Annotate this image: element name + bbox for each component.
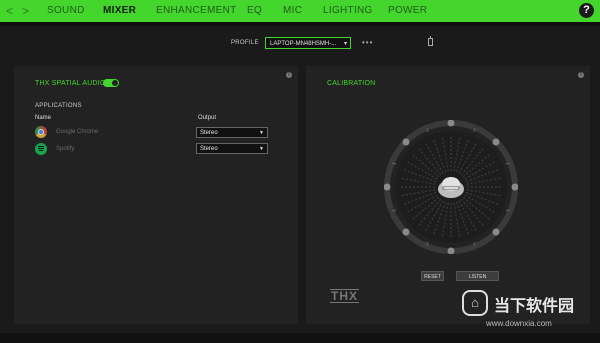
tab-mixer[interactable]: MIXER [103,5,136,16]
chevron-down-icon: ▼ [259,146,264,152]
profile-dropdown-value: LAPTOP-MN48HSMH-... [270,41,337,47]
tab-lighting[interactable]: LIGHTING [323,5,373,16]
profile-dropdown[interactable]: LAPTOP-MN48HSMH-... ▾ [265,37,351,49]
chevron-down-icon: ▾ [343,41,347,47]
forward-arrow-icon[interactable]: > [22,3,29,19]
speaker-calibration-dial[interactable] [383,119,519,255]
info-icon[interactable]: ! [578,72,584,78]
spotify-icon [35,143,47,155]
app-name: Google Chrome [56,129,99,135]
nav-underline [0,22,600,26]
tab-enhancement[interactable]: ENHANCEMENT [156,5,237,16]
column-header-name: Name [35,115,52,121]
reset-button[interactable]: RESET [421,271,444,281]
chevron-down-icon: ▼ [259,130,264,136]
info-icon[interactable]: ! [286,72,292,78]
listen-button[interactable]: LISTEN [456,271,499,281]
back-arrow-icon[interactable]: < [6,3,13,19]
output-select-chrome[interactable]: Stereo ▼ [196,127,268,138]
top-nav-bar: < > SOUND MIXER ENHANCEMENT EQ MIC LIGHT… [0,0,600,22]
column-header-output: Output [198,115,217,121]
help-icon[interactable]: ? [579,3,594,18]
app-name: Spotify [56,146,75,152]
tab-sound[interactable]: SOUND [47,5,85,16]
chrome-icon [35,126,47,138]
applications-label: APPLICATIONS [35,103,82,109]
thx-spatial-audio-title: THX SPATIAL AUDIO [35,80,106,87]
watermark-text: 当下软件园 [494,298,575,315]
output-select-value: Stereo [200,146,218,152]
watermark-url: www.downxia.com [486,319,552,328]
output-select-spotify[interactable]: Stereo ▼ [196,143,268,154]
bottom-bar [0,333,600,343]
battery-icon [428,36,433,46]
output-select-value: Stereo [200,130,218,136]
tab-mic[interactable]: MIC [283,5,302,16]
watermark: ⌂ 当下软件园 www.downxia.com [462,290,592,330]
thx-spatial-audio-toggle[interactable] [103,79,119,87]
calibration-panel: ! CALIBRATION RESET LISTEN THX [306,66,590,324]
watermark-logo-icon: ⌂ [462,290,488,316]
tab-eq[interactable]: EQ [247,5,262,16]
calibration-title: CALIBRATION [327,80,376,87]
more-options-button[interactable]: ••• [362,38,373,47]
calibration-dial-graphic [383,119,519,255]
thx-logo: THX [330,289,359,303]
tab-power[interactable]: POWER [388,5,427,16]
mixer-panel: ! THX SPATIAL AUDIO APPLICATIONS Name Ou… [14,66,298,324]
profile-label: PROFILE [231,40,259,46]
